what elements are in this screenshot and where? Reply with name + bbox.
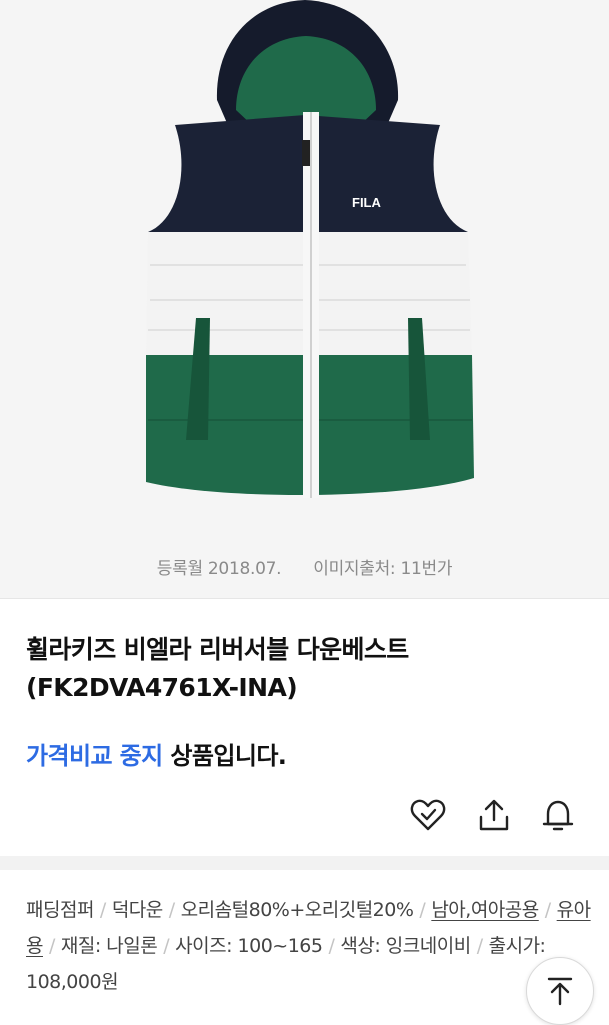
spec-color: 색상: 잉크네이비 — [340, 935, 471, 957]
registered-date: 등록월 2018.07. — [156, 558, 282, 579]
status-suffix: 상품입니다. — [162, 742, 287, 770]
arrow-up-to-top-icon — [547, 977, 573, 1006]
divider — [0, 598, 609, 599]
alert-button[interactable] — [538, 795, 578, 835]
like-button[interactable] — [408, 795, 448, 835]
action-bar — [0, 795, 609, 835]
bell-icon — [542, 800, 574, 831]
spec-material: 재질: 나일론 — [60, 935, 158, 957]
brand-logo: FILA — [352, 195, 381, 210]
heart-check-icon — [410, 799, 446, 831]
spec-down-type: 덕다운 — [111, 899, 163, 921]
spec-list: 패딩점퍼 / 덕다운 / 오리솜털80%+오리깃털20% / 남아,여아공용 / 유아용 / 재질:… — [26, 899, 591, 993]
section-separator — [0, 856, 609, 870]
vest-illustration: FILA — [140, 0, 476, 498]
spec-gender[interactable]: 남아,여아공용 — [431, 899, 539, 921]
image-source: 이미지출처: 11번가 — [313, 558, 453, 579]
spec-size: 사이즈: 100~165 — [175, 935, 323, 957]
price-compare-stopped-link[interactable]: 가격비교 중지 — [26, 742, 163, 770]
spec-category[interactable]: 패딩점퍼 — [26, 899, 94, 921]
image-meta: 등록월 2018.07. 이미지출처: 11번가 — [0, 534, 609, 598]
scroll-top-button[interactable] — [526, 957, 594, 1025]
share-icon — [479, 799, 509, 831]
spec-filling: 오리솜털80%+오리깃털20% — [180, 899, 414, 921]
share-button[interactable] — [474, 795, 514, 835]
product-title: 휠라키즈 비엘라 리버서블 다운베스트 (FK2DVA4761X-INA) — [26, 635, 409, 702]
price-compare-status: 가격비교 중지 상품입니다. — [26, 736, 287, 771]
product-image[interactable]: FILA — [0, 0, 609, 534]
